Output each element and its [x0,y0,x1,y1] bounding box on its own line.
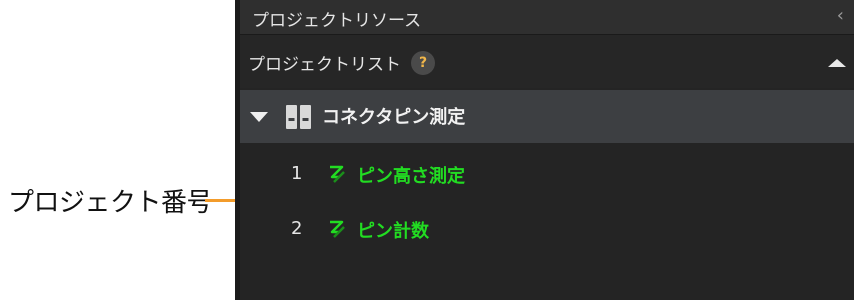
project-list-header: プロジェクトリスト ? [240,35,854,88]
panel-titlebar: プロジェクトリソース ‹ [240,0,854,35]
project-resource-panel: プロジェクトリソース ‹ プロジェクトリスト ? コネクタピン測定 1 ピン高さ… [235,0,854,300]
step-number: 2 [291,218,303,239]
step-item-1[interactable]: 1 ピン高さ測定 [240,155,854,195]
step-item-2[interactable]: 2 ピン計数 [240,210,854,250]
step-icon [330,220,345,238]
step-icon [330,165,345,183]
triangle-down-icon[interactable] [250,112,268,122]
panel-title: プロジェクトリソース [252,11,422,31]
help-icon[interactable]: ? [411,51,435,75]
step-number: 1 [291,163,303,184]
project-list-label: プロジェクトリスト [248,55,401,75]
annotation-label: プロジェクト番号 [8,188,213,218]
chevron-left-icon[interactable]: ‹ [837,5,844,26]
step-name: ピン高さ測定 [357,166,465,187]
triangle-up-icon[interactable] [828,59,846,67]
book-icon [286,105,311,129]
project-row[interactable]: コネクタピン測定 [240,90,854,143]
project-name: コネクタピン測定 [322,107,466,128]
step-name: ピン計数 [357,221,429,242]
